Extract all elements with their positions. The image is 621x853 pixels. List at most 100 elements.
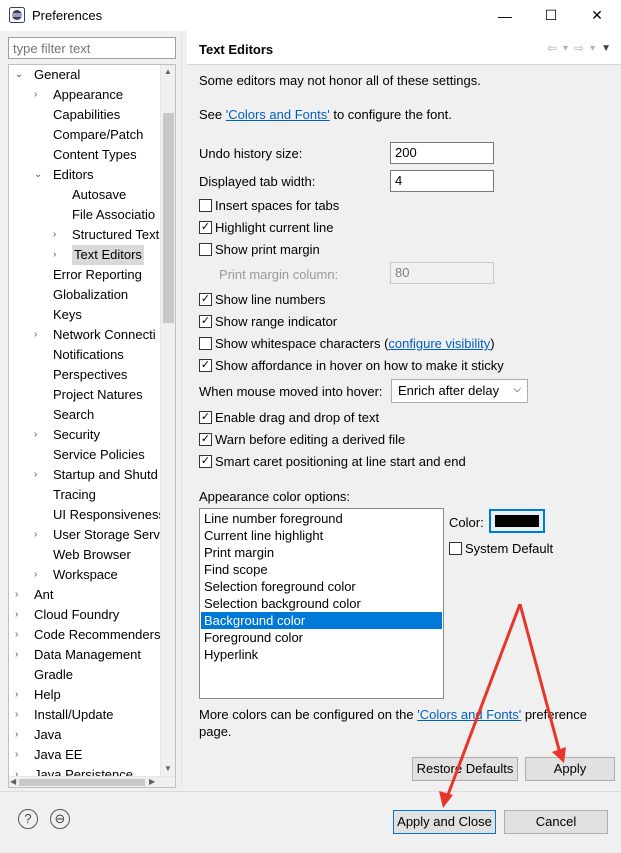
collapsed-chevron-icon[interactable]: › [15,705,25,725]
color-option-item[interactable]: Find scope [201,561,442,578]
range-indicator-checkbox[interactable]: ✓ [199,315,212,328]
dialog-body: ⌄ General › Appearance Capabilities Compare/P… [0,31,621,791]
page-header: Text Editors ⇦ ▾ ⇨ ▾ ▼ [187,31,621,65]
scroll-right-icon[interactable]: ▶ [149,777,155,786]
scroll-down-icon[interactable]: ▼ [164,764,172,773]
tree-item-label: Notifications [53,347,124,362]
affordance-checkbox[interactable]: ✓ [199,359,212,372]
whitespace-checkbox[interactable] [199,337,212,350]
filter-input[interactable] [8,37,176,59]
highlight-line-checkbox[interactable]: ✓ [199,221,212,234]
more-colors-text: More colors can be configured on the 'Co… [199,707,587,722]
tree-vertical-scrollbar[interactable]: ▲ ▼ [160,65,175,777]
more-colors-suffix: preference [521,707,587,722]
forward-icon[interactable]: ⇨ [574,41,584,55]
drag-drop-checkbox[interactable]: ✓ [199,411,212,424]
tree-item-label: File Associatio [72,207,156,222]
expanded-chevron-icon[interactable]: ⌄ [34,165,44,185]
back-dropdown-icon[interactable]: ▾ [563,43,568,54]
view-menu-icon[interactable]: ▼ [601,43,611,54]
window-title: Preferences [32,8,103,23]
tree-scroll-thumb[interactable] [163,113,174,323]
color-option-item[interactable]: Line number foreground [201,510,442,527]
system-default-checkbox[interactable] [449,542,462,555]
collapsed-chevron-icon[interactable]: › [34,465,44,485]
scroll-left-icon[interactable]: ◀ [10,777,16,786]
collapsed-chevron-icon[interactable]: › [15,645,25,665]
scroll-up-icon[interactable]: ▲ [164,67,172,76]
apply-and-close-button[interactable]: Apply and Close [393,810,496,834]
collapsed-chevron-icon [34,265,44,285]
help-icon[interactable]: ? [18,809,38,829]
minimize-button[interactable]: — [482,0,528,31]
tree-item-label: Search [53,407,95,422]
tree-item-label: Java EE [34,747,83,762]
editors-note: Some editors may not honor all of these … [199,73,481,88]
color-option-item[interactable]: Foreground color [201,629,442,646]
forward-dropdown-icon[interactable]: ▾ [590,43,595,54]
drag-drop-label: Enable drag and drop of text [215,410,380,425]
collapsed-chevron-icon[interactable]: › [34,425,44,445]
tree-item-label: Autosave [72,187,127,202]
cancel-button[interactable]: Cancel [504,810,608,834]
tree-horizontal-scrollbar[interactable]: ◀ ▶ [9,776,175,787]
color-options-list[interactable]: Line number foreground Current line highl… [199,508,444,699]
close-button[interactable]: ✕ [574,0,620,31]
collapsed-chevron-icon[interactable]: › [34,325,44,345]
restore-defaults-button[interactable]: Restore Defaults [412,757,518,781]
collapsed-chevron-icon[interactable]: › [34,525,44,545]
tree-item-label: Startup and Shutd [53,467,158,482]
tree-item-label: User Storage Serv [53,527,160,542]
colors-and-fonts-link[interactable]: 'Colors and Fonts' [226,107,330,122]
more-colors-text-line2: page. [199,724,232,739]
color-option-item[interactable]: Background color [201,612,442,629]
configure-visibility-link[interactable]: configure visibility [388,336,490,351]
import-export-icon[interactable]: ⊖ [50,809,70,829]
color-label: Color: [449,515,484,530]
maximize-button[interactable]: ☐ [528,0,574,31]
collapsed-chevron-icon[interactable]: › [53,225,63,245]
tree-item-label: UI Responsiveness [53,507,161,522]
tab-width-input[interactable]: 4 [390,170,494,192]
color-option-item[interactable]: Print margin [201,544,442,561]
undo-history-input[interactable]: 200 [390,142,494,164]
warn-derived-checkbox[interactable]: ✓ [199,433,212,446]
tree-item-label: Tracing [53,487,96,502]
color-option-item[interactable]: Selection background color [201,595,442,612]
more-colors-link[interactable]: 'Colors and Fonts' [417,707,521,722]
collapsed-chevron-icon[interactable]: › [15,585,25,605]
collapsed-chevron-icon[interactable]: › [15,625,25,645]
pane-divider[interactable] [181,35,185,787]
color-option-item[interactable]: Hyperlink [201,646,442,663]
back-icon[interactable]: ⇦ [547,41,557,55]
tree-item-label: Perspectives [53,367,128,382]
insert-spaces-label: Insert spaces for tabs [215,198,340,213]
tree-hscroll-thumb[interactable] [19,779,145,786]
color-option-item[interactable]: Current line highlight [201,527,442,544]
print-margin-column-label: Print margin column: [219,267,339,282]
collapsed-chevron-icon[interactable]: › [34,565,44,585]
insert-spaces-checkbox[interactable] [199,199,212,212]
expanded-chevron-icon[interactable]: ⌄ [15,65,25,85]
collapsed-chevron-icon [34,405,44,425]
tree-item-label: Security [53,427,100,442]
whitespace-label-suffix: ) [490,336,495,351]
collapsed-chevron-icon[interactable]: › [53,245,63,265]
collapsed-chevron-icon [34,545,44,565]
collapsed-chevron-icon[interactable]: › [34,85,44,105]
hover-mode-select[interactable]: Enrich after delay ⌵ [391,379,528,403]
apply-button[interactable]: Apply [525,757,615,781]
page-content: Some editors may not honor all of these … [187,65,621,791]
collapsed-chevron-icon[interactable]: › [15,685,25,705]
collapsed-chevron-icon[interactable]: › [15,745,25,765]
smart-caret-checkbox[interactable]: ✓ [199,455,212,468]
collapsed-chevron-icon [34,365,44,385]
line-numbers-checkbox[interactable]: ✓ [199,293,212,306]
print-margin-checkbox[interactable] [199,243,212,256]
more-colors-prefix: More colors can be configured on the [199,707,418,722]
whitespace-label-prefix: Show whitespace characters ( [215,336,389,351]
collapsed-chevron-icon[interactable]: › [15,605,25,625]
color-picker-button[interactable] [489,509,545,533]
color-option-item[interactable]: Selection foreground color [201,578,442,595]
collapsed-chevron-icon[interactable]: › [15,725,25,745]
